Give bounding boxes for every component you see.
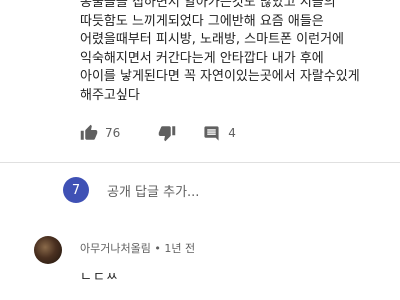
dislike-button[interactable] (158, 124, 176, 142)
reply-time: 1년 전 (164, 242, 196, 255)
user-avatar[interactable]: 7 (63, 177, 89, 203)
comment-line: 동물들을 접하면서 알아가는것도 많았고 시골의 (80, 0, 336, 10)
comment-icon (203, 125, 220, 142)
comment-line: 따듯함도 느끼게되었다 그에반해 요즘 애들은 (80, 13, 324, 29)
divider (0, 162, 400, 163)
comment-line: 아이를 낳게된다면 꼭 자연이있는곳에서 자랄수있게 (80, 69, 360, 85)
like-count: 76 (105, 126, 121, 140)
comment-line: 어렸을때부터 피시방, 노래방, 스마트폰 이런거에 (80, 32, 344, 48)
thumbs-down-icon (158, 124, 176, 142)
meta-separator: • (154, 242, 165, 255)
comment-text: 동물들을 접하면서 알아가는것도 많았고 시골의 따듯함도 느끼게되었다 그에반… (80, 0, 392, 106)
thumbs-up-icon (80, 124, 98, 142)
reply-text: ㄴㄷㅆ (80, 270, 119, 285)
replies-button[interactable]: 4 (203, 125, 236, 142)
comment-actions: 76 4 (80, 122, 320, 144)
reply-author[interactable]: 아무거나처올림 (80, 242, 151, 255)
comment-line: 익숙해지면서 커간다는게 안타깝다 내가 후에 (80, 50, 324, 66)
reply-meta: 아무거나처올림 • 1년 전 (80, 240, 195, 256)
add-reply-row: 7 공개 답글 추가... (63, 176, 400, 204)
like-button[interactable]: 76 (80, 124, 120, 142)
reply-item: 아무거나처올림 • 1년 전 ㄴㄷㅆ (34, 236, 394, 300)
avatar[interactable] (34, 236, 62, 264)
reply-count: 4 (228, 126, 236, 140)
comment-line: 해주고싶다 (80, 87, 140, 103)
reply-input[interactable]: 공개 답글 추가... (107, 181, 199, 200)
